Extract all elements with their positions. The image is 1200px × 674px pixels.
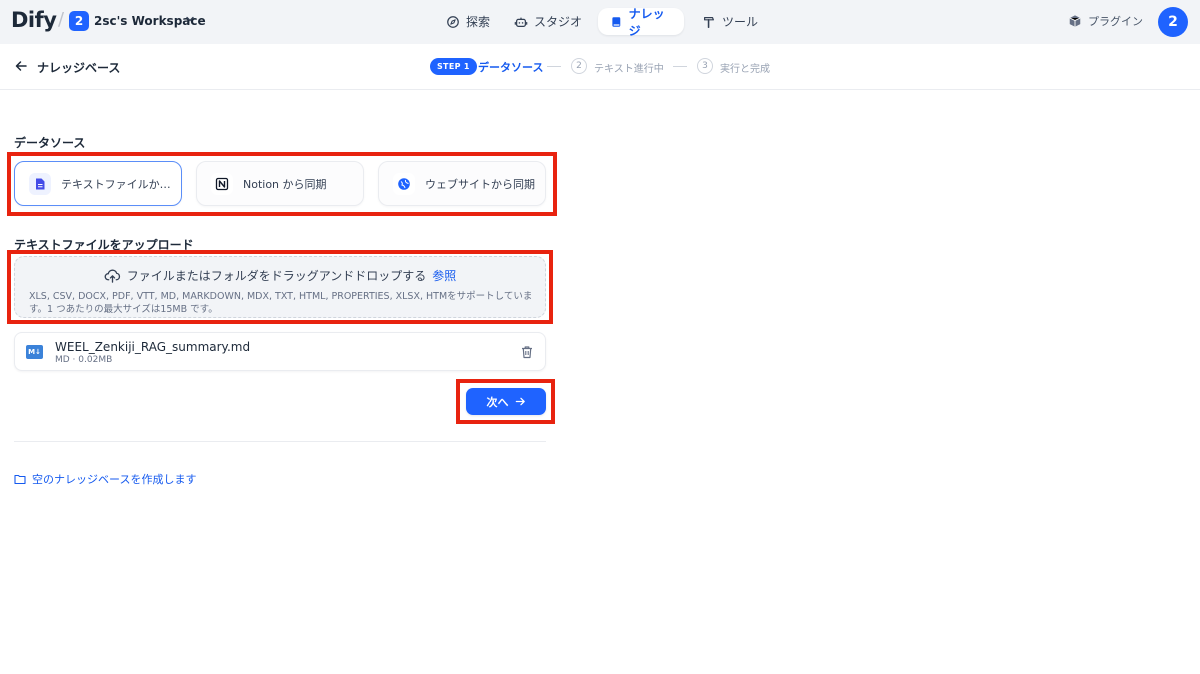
workspace-badge[interactable]: 2: [69, 11, 89, 31]
top-nav: Dify / 2 2sc's Workspace 探索 スタジオ ナレッジ ツー…: [0, 0, 1200, 44]
file-meta: MD · 0.02MB: [55, 355, 113, 365]
plugin-label: プラグイン: [1088, 15, 1143, 28]
step2-number: 2: [571, 58, 587, 74]
step3-number: 3: [697, 58, 713, 74]
datasource-title: データソース: [14, 136, 86, 150]
nav-explore[interactable]: 探索: [434, 8, 502, 35]
uploaded-file-item[interactable]: M↓ WEEL_Zenkiji_RAG_summary.md MD · 0.02…: [14, 332, 546, 371]
step3-label: 実行と完成: [720, 64, 770, 75]
arrow-left-icon[interactable]: [14, 59, 28, 73]
divider: [14, 441, 546, 442]
plugin-button[interactable]: プラグイン: [1068, 13, 1143, 29]
book-icon: [612, 16, 621, 27]
step-connector: [673, 66, 687, 67]
step1-label: データソース: [478, 61, 544, 74]
nav-knowledge-label: ナレッジ: [628, 6, 665, 38]
dify-logo[interactable]: Dify: [11, 8, 57, 32]
hammer-icon: [704, 16, 714, 28]
nav-studio-label: スタジオ: [534, 15, 583, 29]
nav-explore-label: 探索: [466, 15, 491, 29]
trash-icon[interactable]: [520, 345, 534, 359]
nav-tools[interactable]: ツール: [690, 8, 770, 35]
step-header: ナレッジベース STEP 1 データソース 2 テキスト進行中 3 実行と完成: [0, 44, 1200, 90]
nav-knowledge[interactable]: ナレッジ: [598, 7, 684, 38]
markdown-file-icon: M↓: [26, 345, 43, 359]
nav-tools-label: ツール: [722, 15, 759, 29]
nav-studio[interactable]: スタジオ: [502, 8, 594, 35]
cube-icon: [1069, 15, 1081, 27]
create-empty-knowledge-link[interactable]: 空のナレッジベースを作成します: [14, 471, 196, 487]
step-connector: [547, 66, 561, 67]
annotation-box-dropzone: [7, 250, 553, 324]
annotation-box-datasource: [7, 152, 557, 216]
robot-icon: [514, 17, 528, 27]
page-title[interactable]: ナレッジベース: [37, 59, 120, 76]
chevron-down-icon[interactable]: [184, 13, 196, 25]
compass-icon: [447, 15, 459, 28]
avatar[interactable]: 2: [1158, 7, 1188, 37]
step2-label: テキスト進行中: [594, 64, 664, 75]
folder-icon: [14, 474, 26, 485]
annotation-box-next: [456, 379, 555, 424]
create-empty-knowledge-label: 空のナレッジベースを作成します: [32, 473, 197, 486]
file-name: WEEL_Zenkiji_RAG_summary.md: [55, 340, 251, 354]
separator: /: [58, 9, 65, 30]
step1-badge: STEP 1: [430, 58, 477, 75]
